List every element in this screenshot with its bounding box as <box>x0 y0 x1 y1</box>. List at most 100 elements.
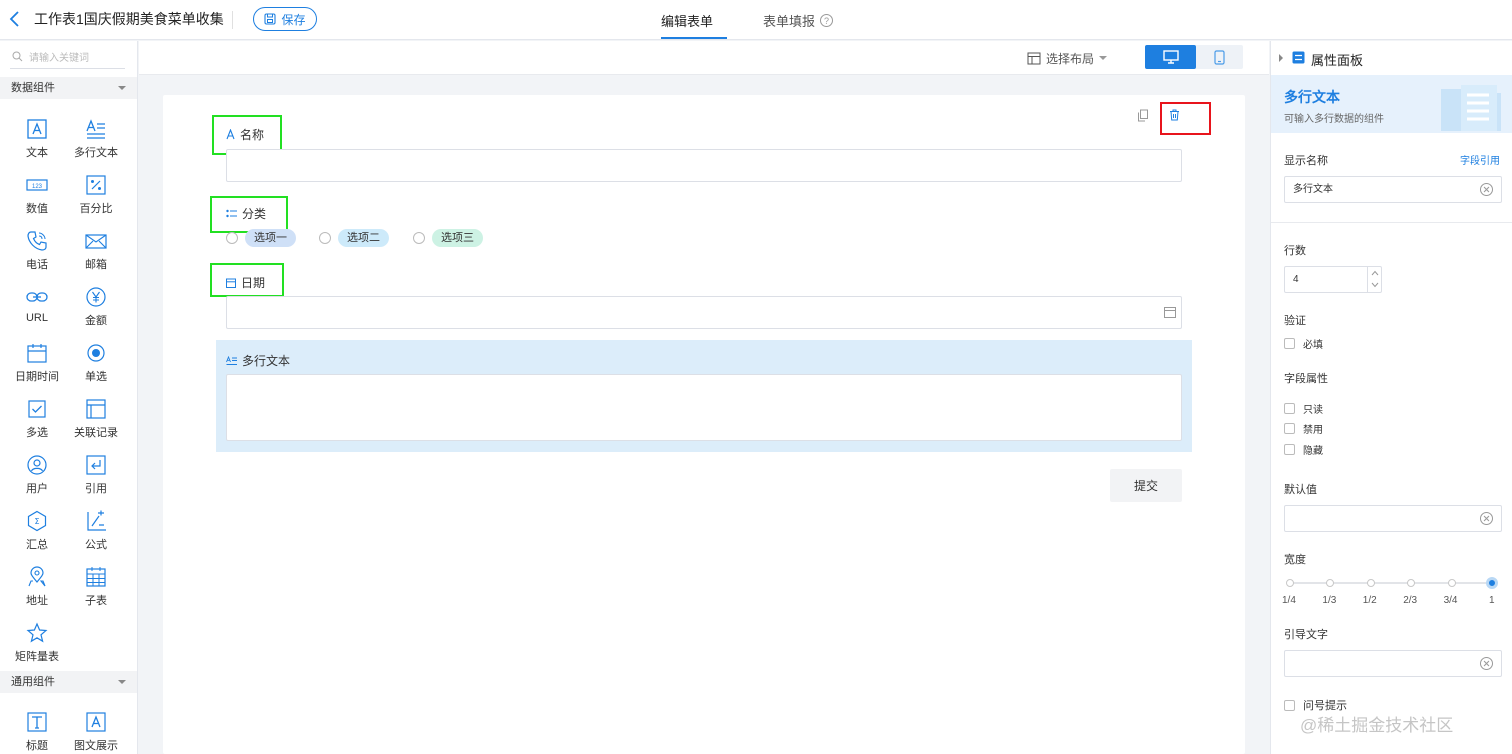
slider-stop[interactable] <box>1326 579 1335 587</box>
component-percent[interactable]: 百分比 <box>66 172 126 222</box>
component-multiline-text[interactable]: 多行文本 <box>66 116 126 166</box>
required-checkbox[interactable]: 必填 <box>1284 336 1323 351</box>
readonly-checkbox[interactable]: 只读 <box>1284 401 1323 416</box>
desktop-view-button[interactable] <box>1145 45 1196 69</box>
width-slider[interactable] <box>1286 576 1498 590</box>
checkbox <box>1284 444 1295 455</box>
desktop-icon <box>1162 50 1179 64</box>
default-value-label: 默认值 <box>1284 484 1317 496</box>
document-illustration-icon <box>1437 79 1503 133</box>
slider-tick-label: 3/4 <box>1443 595 1458 606</box>
component-user[interactable]: 用户 <box>7 452 67 502</box>
calendar-icon[interactable] <box>1164 307 1176 318</box>
back-arrow-icon[interactable] <box>6 9 24 29</box>
radio-circle <box>413 232 425 244</box>
svg-text:Σ: Σ <box>34 517 39 526</box>
clear-icon[interactable] <box>1480 183 1493 196</box>
component-title[interactable]: 标题 <box>7 709 67 754</box>
component-currency[interactable]: 金额 <box>66 284 126 334</box>
submit-button[interactable]: 提交 <box>1110 469 1182 502</box>
radio-option-1[interactable]: 选项一 <box>226 229 296 247</box>
component-subtable[interactable]: 子表 <box>66 564 126 614</box>
width-ticks: 1/4 1/3 1/2 2/3 3/4 1 <box>1282 595 1498 609</box>
field-label-multiline: 多行文本 <box>226 352 290 369</box>
component-datetime[interactable]: 日期时间 <box>7 340 67 390</box>
component-search[interactable]: 请输入关键词 <box>10 45 125 69</box>
component-text[interactable]: 文本 <box>7 116 67 166</box>
component-mail[interactable]: 邮箱 <box>66 228 126 278</box>
component-checkbox[interactable]: 多选 <box>7 396 67 446</box>
date-input[interactable] <box>226 296 1182 329</box>
slider-stop[interactable] <box>1366 579 1375 587</box>
checkbox <box>1284 699 1295 711</box>
clear-icon[interactable] <box>1480 512 1493 525</box>
component-url[interactable]: URL <box>7 284 67 334</box>
slider-handle[interactable] <box>1486 577 1498 589</box>
chevron-up-icon[interactable] <box>1371 270 1379 276</box>
slider-stop[interactable] <box>1407 579 1416 587</box>
slider-stop[interactable] <box>1447 579 1456 587</box>
rows-stepper[interactable]: 4 <box>1284 266 1382 293</box>
group-header-general[interactable]: 通用组件 <box>0 671 137 693</box>
clear-icon[interactable] <box>1480 657 1493 670</box>
tab-fill-label: 表单填报 <box>763 14 816 29</box>
component-image-text[interactable]: 图文展示 <box>66 709 126 754</box>
component-matrix-scale[interactable]: 矩阵量表 <box>7 620 67 670</box>
component-reference[interactable]: 引用 <box>66 452 126 502</box>
option-chip: 选项一 <box>245 229 296 247</box>
tab-edit-form[interactable]: 编辑表单 <box>661 11 713 30</box>
radio-option-2[interactable]: 选项二 <box>319 229 389 247</box>
hidden-checkbox[interactable]: 隐藏 <box>1284 442 1323 457</box>
caret-right-icon[interactable] <box>1279 54 1284 62</box>
checkbox-label: 禁用 <box>1303 425 1323 436</box>
layout-icon <box>1027 52 1041 65</box>
number-icon: 123 <box>26 174 48 196</box>
disabled-checkbox[interactable]: 禁用 <box>1284 421 1323 436</box>
placeholder-input[interactable] <box>1284 650 1502 677</box>
chevron-down-icon[interactable] <box>1371 282 1379 288</box>
slider-tick-label: 1 <box>1489 595 1495 606</box>
percent-icon <box>85 174 107 196</box>
checkbox <box>1284 403 1295 414</box>
search-input[interactable]: 请输入关键词 <box>29 49 89 64</box>
help-icon[interactable]: ? <box>820 14 834 27</box>
delete-icon[interactable] <box>1169 109 1180 121</box>
group-header-data[interactable]: 数据组件 <box>0 77 137 99</box>
default-value-input[interactable] <box>1284 505 1502 532</box>
layout-select[interactable]: 选择布局 <box>1027 50 1108 67</box>
display-name-input[interactable]: 多行文本 <box>1284 176 1502 203</box>
divider <box>232 11 233 29</box>
component-formula[interactable]: 公式 <box>66 508 126 558</box>
svg-text:123: 123 <box>32 184 43 190</box>
radio-option-3[interactable]: 选项三 <box>413 229 483 247</box>
placeholder-label: 引导文字 <box>1284 629 1328 641</box>
mobile-view-button[interactable] <box>1196 45 1243 69</box>
field-label-text: 名称 <box>240 128 265 142</box>
checkbox-label: 只读 <box>1303 405 1323 416</box>
copy-icon[interactable] <box>1137 109 1149 122</box>
checkbox-label: 必填 <box>1303 340 1323 351</box>
slider-tick-label: 2/3 <box>1403 595 1418 606</box>
slider-stop[interactable] <box>1286 579 1294 587</box>
component-radio[interactable]: 单选 <box>66 340 126 390</box>
multiline-textarea[interactable] <box>226 374 1182 441</box>
component-summary[interactable]: Σ 汇总 <box>7 508 67 558</box>
property-panel: 属性面板 多行文本 可输入多行数据的组件 显示名称 字段引用 多行文本 行数 4… <box>1270 41 1512 754</box>
delete-highlight <box>1160 102 1211 135</box>
component-phone[interactable]: 电话 <box>7 228 67 278</box>
rows-value: 4 <box>1293 274 1299 285</box>
location-icon <box>26 566 48 588</box>
name-input[interactable] <box>226 149 1182 182</box>
watermark: @稀土掘金技术社区 <box>1300 716 1454 735</box>
checkbox <box>1284 338 1295 349</box>
field-attr-label: 字段属性 <box>1284 373 1328 385</box>
component-number[interactable]: 123 数值 <box>7 172 67 222</box>
tab-fill-form[interactable]: 表单填报 ? <box>763 11 834 30</box>
save-button[interactable]: 保存 <box>253 7 317 31</box>
component-location[interactable]: 地址 <box>7 564 67 614</box>
relation-icon <box>85 398 107 420</box>
title-icon <box>26 711 48 733</box>
radio-circle <box>226 232 238 244</box>
field-ref-link[interactable]: 字段引用 <box>1460 152 1500 167</box>
component-relation[interactable]: 关联记录 <box>66 396 126 446</box>
